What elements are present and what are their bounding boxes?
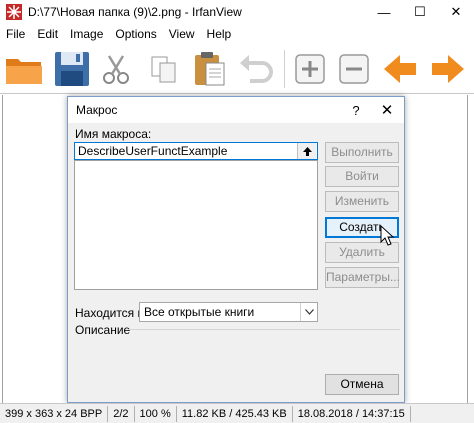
close-button[interactable]: ✕	[438, 0, 474, 24]
paste-icon[interactable]	[190, 49, 230, 89]
macro-name-label: Имя макроса:	[75, 127, 152, 141]
location-label: Находится в:	[75, 306, 148, 320]
zoom-out-icon[interactable]	[334, 49, 374, 89]
location-select-value: Все открытые книги	[144, 305, 255, 319]
collapse-upload-button[interactable]	[297, 143, 316, 159]
undo-icon[interactable]	[236, 49, 276, 89]
status-bar: 399 x 363 x 24 BPP 2/2 100 % 11.82 KB / …	[0, 403, 474, 423]
menu-help[interactable]: Help	[201, 27, 238, 41]
status-dimensions: 399 x 363 x 24 BPP	[0, 405, 109, 422]
title-bar: D:\77\Новая папка (9)\2.png - IrfanView …	[0, 0, 474, 24]
menu-file[interactable]: File	[0, 27, 31, 41]
description-label: Описание	[75, 323, 131, 337]
irfanview-app-icon	[6, 4, 22, 20]
step-into-button[interactable]: Войти	[325, 166, 399, 187]
save-icon[interactable]	[52, 49, 92, 89]
dialog-title-bar: Макрос ? ✕	[68, 97, 404, 123]
macro-dialog: Макрос ? ✕ Имя макроса: DescribeUserFunc…	[67, 96, 405, 403]
mouse-cursor-icon	[380, 225, 395, 246]
copy-icon[interactable]	[144, 49, 184, 89]
macro-name-input[interactable]: DescribeUserFunctExample	[74, 142, 318, 160]
toolbar-separator	[284, 50, 285, 88]
run-button[interactable]: Выполнить	[325, 142, 399, 163]
minimize-button[interactable]: —	[366, 0, 402, 24]
next-icon[interactable]	[428, 49, 468, 89]
open-folder-icon[interactable]	[4, 49, 44, 89]
macro-list[interactable]	[74, 160, 318, 290]
chevron-down-icon[interactable]	[300, 303, 317, 321]
status-size: 11.82 KB / 425.43 KB	[177, 405, 293, 422]
dialog-close-button[interactable]: ✕	[370, 101, 404, 119]
zoom-in-icon[interactable]	[290, 49, 330, 89]
location-select[interactable]: Все открытые книги	[139, 302, 318, 322]
menu-bar: File Edit Image Options View Help	[0, 24, 474, 44]
status-index: 2/2	[108, 405, 135, 422]
cut-icon[interactable]	[96, 49, 136, 89]
menu-options[interactable]: Options	[109, 27, 162, 41]
previous-icon[interactable]	[380, 49, 420, 89]
status-datetime: 18.08.2018 / 14:37:15	[293, 405, 411, 422]
window-title: D:\77\Новая папка (9)\2.png - IrfanView	[28, 5, 242, 19]
dialog-title: Макрос	[76, 103, 118, 117]
toolbar	[0, 44, 474, 94]
menu-view[interactable]: View	[163, 27, 201, 41]
cancel-button[interactable]: Отмена	[325, 374, 399, 395]
status-zoom: 100 %	[135, 405, 177, 422]
maximize-button[interactable]: ☐	[402, 0, 438, 24]
edit-button[interactable]: Изменить	[325, 191, 399, 212]
menu-image[interactable]: Image	[64, 27, 109, 41]
options-button[interactable]: Параметры...	[325, 267, 400, 288]
menu-edit[interactable]: Edit	[31, 27, 64, 41]
help-button[interactable]: ?	[342, 103, 370, 118]
description-divider	[128, 329, 400, 330]
up-arrow-icon	[302, 146, 312, 156]
